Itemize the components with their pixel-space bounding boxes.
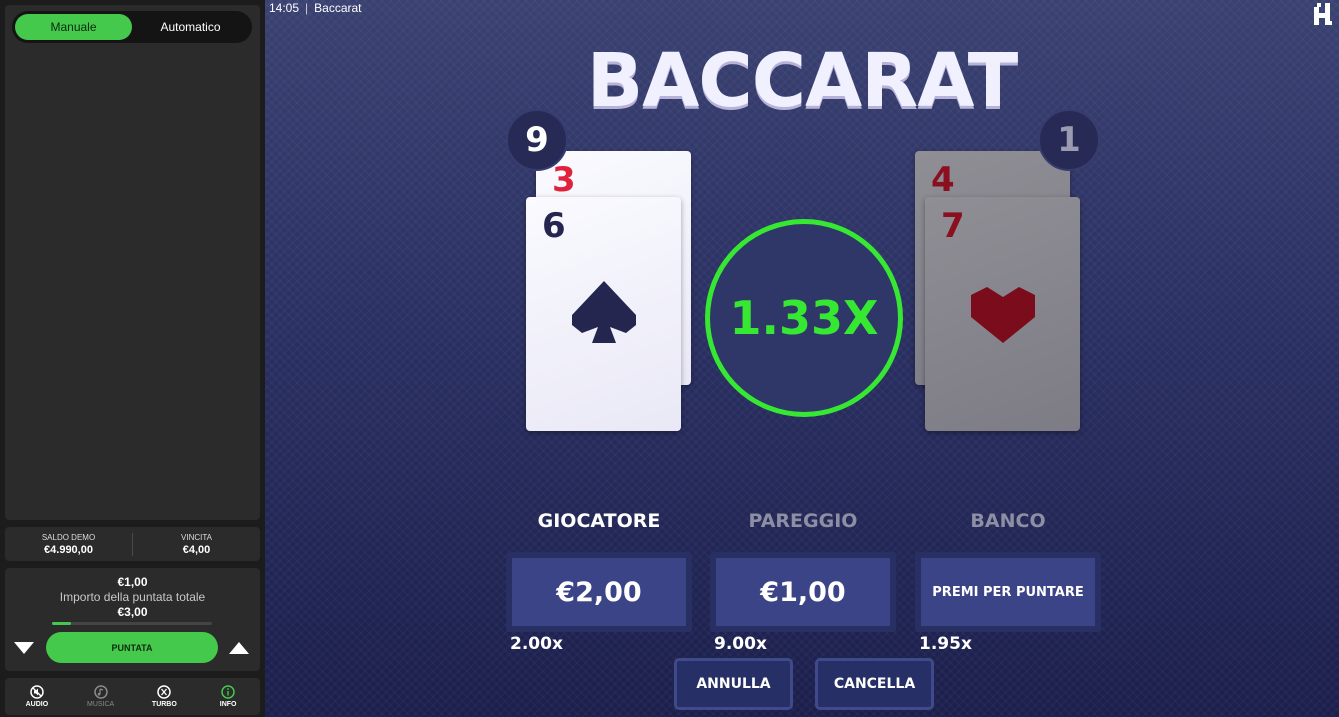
multiplier-badge: 1.33X [705,219,903,417]
bet-amount: €1,00 [117,575,148,589]
tab-automatic[interactable]: Automatico [132,14,249,40]
turbo-button[interactable]: TURBO [133,678,197,715]
play-button[interactable]: PUNTATA [46,632,218,663]
bet-total: €3,00 [117,605,148,619]
app-title: Baccarat [314,1,362,15]
hacksaw-h-icon [1314,3,1332,25]
bet-value-tie: €1,00 [716,558,890,626]
win-stat: VINCITA €4,00 [132,532,260,556]
win-label: VINCITA [181,532,212,542]
music-label: MUSICA [87,701,115,708]
bet-level-bar [52,622,212,625]
game-title: BACCARAT [586,38,1019,124]
triangle-down-icon[interactable] [14,642,34,654]
bet-box-player[interactable]: €2,00 [506,552,692,632]
undo-button[interactable]: ANNULLA [674,658,793,710]
bet-odds-tie: 9.00x [714,634,767,654]
bet-column-player: GIOCATORE €2,00 2.00x [506,510,692,654]
heart-icon [971,287,1035,343]
bet-box-banker[interactable]: PREMI PER PUNTARE [915,552,1101,632]
balance-label: SALDO DEMO [41,532,96,542]
clock: 14:05 [269,1,300,15]
turbo-label: TURBO [151,701,177,708]
game-area: 14:05 | Baccarat BACCARAT 3 6 9 1.33X 4 … [265,0,1339,717]
banker-card-rank: 7 [941,206,965,246]
control-sidebar: Manuale Automatico SALDO DEMO €4.990,00 … [0,0,265,717]
win-value: €4,00 [182,543,211,556]
spade-icon [572,281,636,343]
balance-stat: SALDO DEMO €4.990,00 [5,533,132,556]
bet-column-tie: PAREGGIO €1,00 9.00x [710,510,896,654]
bet-box-tie[interactable]: €1,00 [710,552,896,632]
stats-panel: SALDO DEMO €4.990,00 VINCITA €4,00 [5,527,260,561]
audio-button[interactable]: AUDIO [5,678,69,715]
sound-off-icon [30,685,44,699]
player-card-rank: 3 [552,160,576,200]
balance-value: €4.990,00 [44,543,93,556]
mode-toggle: Manuale Automatico [12,11,252,43]
triangle-up-icon[interactable] [229,642,249,654]
bet-value-player: €2,00 [512,558,686,626]
info-label: INFO [219,701,237,708]
player-card-rank: 6 [542,206,566,246]
mode-panel: Manuale Automatico [5,5,260,520]
turbo-icon [157,685,172,699]
bet-title-player: GIOCATORE [537,510,661,532]
settings-toolbar: AUDIO MUSICA TURBO INFO [5,678,260,715]
info-icon [221,685,235,699]
bet-odds-player: 2.00x [510,634,563,654]
bet-odds-banker: 1.95x [919,634,972,654]
music-note-icon [93,685,108,699]
audio-label: AUDIO [25,701,49,708]
title-separator: | [305,1,309,15]
bet-title-banker: BANCO [970,510,1046,532]
banker-card-rank: 4 [931,160,955,200]
top-bar: 14:05 | Baccarat [269,1,362,15]
music-button[interactable]: MUSICA [69,678,133,715]
banker-score: 1 [1038,109,1100,171]
info-button[interactable]: INFO [196,678,260,715]
bet-column-banker: BANCO PREMI PER PUNTARE 1.95x [915,510,1101,654]
bet-level-fill [52,622,72,625]
banker-card-front: 7 [925,197,1080,431]
bet-value-banker: PREMI PER PUNTARE [921,558,1095,626]
bet-caption: Importo della puntata totale [59,590,206,604]
tab-manual[interactable]: Manuale [15,14,132,40]
bet-panel: €1,00 Importo della puntata totale €3,00… [5,568,260,671]
player-score: 9 [506,109,568,171]
bet-title-tie: PAREGGIO [748,510,858,532]
player-card-front: 6 [526,197,681,431]
clear-button[interactable]: CANCELLA [815,658,934,710]
